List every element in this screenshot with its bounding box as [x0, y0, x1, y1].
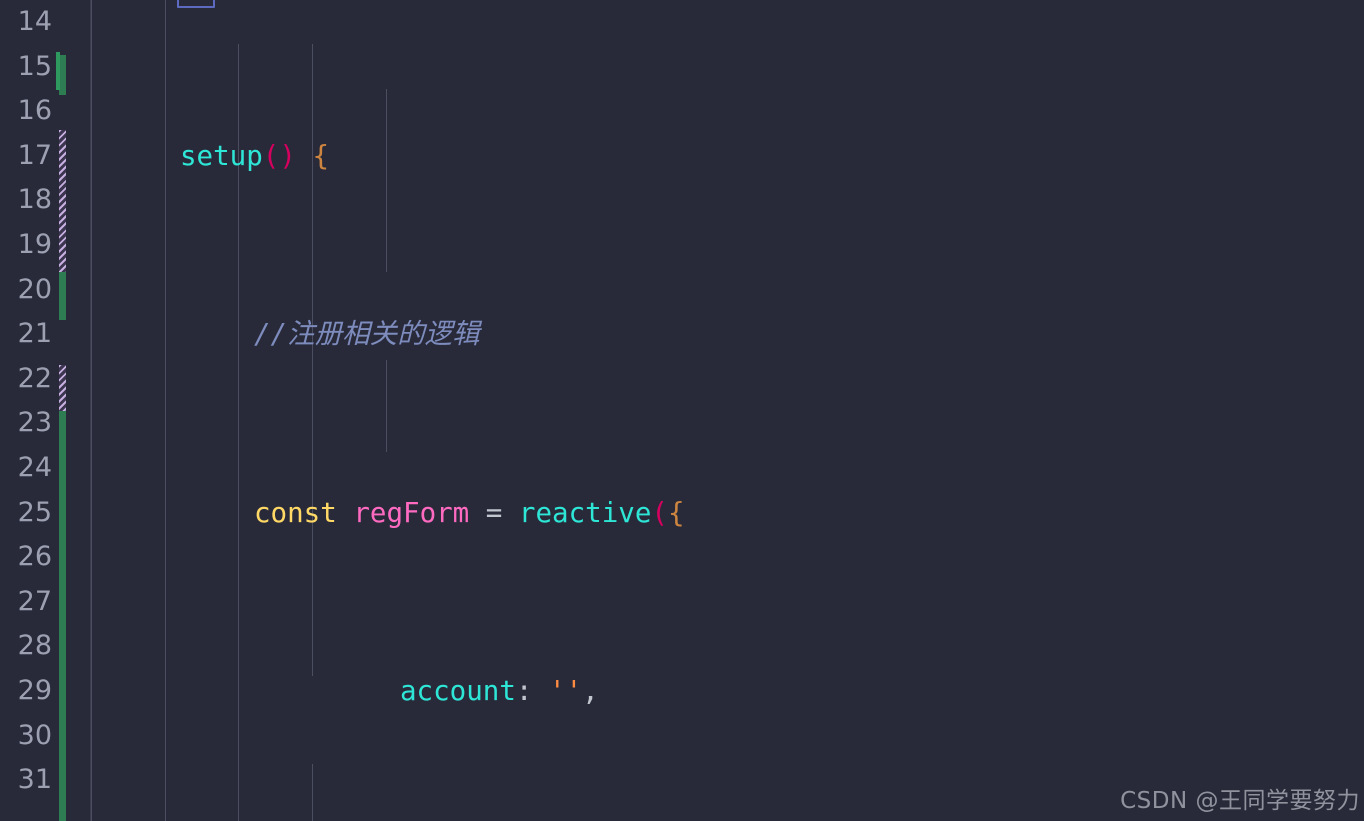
token-paren: (	[651, 496, 668, 529]
code-line-17[interactable]: account: '',	[0, 669, 1364, 714]
code-line-15[interactable]: //注册相关的逻辑	[0, 312, 1364, 357]
code-line-14[interactable]: setup() {	[0, 134, 1364, 179]
code-content[interactable]: setup() { //注册相关的逻辑 const regForm = reac…	[0, 0, 1364, 821]
token-operator: =	[469, 496, 519, 529]
token-variable: regForm	[353, 496, 470, 529]
token-comma: ,	[582, 674, 599, 707]
token-paren: ()	[262, 139, 296, 172]
token-colon: :	[515, 674, 550, 707]
code-line-16[interactable]: const regForm = reactive({	[0, 491, 1364, 536]
token-function: reactive	[518, 496, 652, 529]
token-brace: {	[667, 496, 685, 529]
token-function-setup: setup	[180, 139, 263, 172]
code-editor[interactable]: 14 15 16 17 18 19 20 21 22 23 24 25 26 2…	[0, 0, 1364, 821]
token-keyword-const: const	[254, 496, 354, 529]
token-property: account	[400, 674, 516, 707]
token-brace: {	[312, 139, 330, 172]
token-string: ''	[549, 674, 583, 707]
token-comment: //注册相关的逻辑	[254, 318, 480, 351]
